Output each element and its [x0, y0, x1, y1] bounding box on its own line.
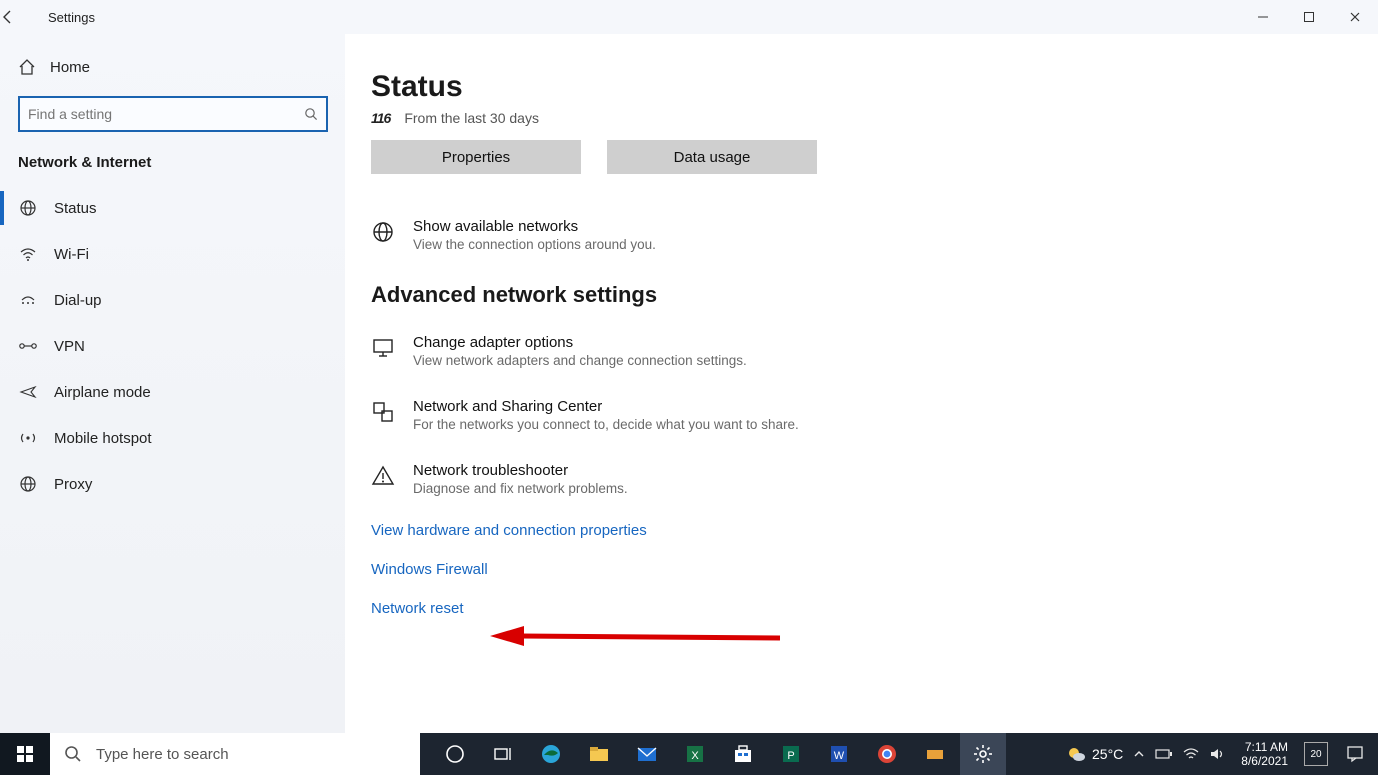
minimize-button[interactable]	[1240, 0, 1286, 34]
settings-search[interactable]	[18, 96, 328, 132]
wifi-icon	[18, 245, 38, 263]
properties-button[interactable]: Properties	[371, 140, 581, 174]
weather-icon	[1066, 744, 1086, 764]
sidebar-item-label: VPN	[54, 338, 85, 355]
option-title: Change adapter options	[413, 334, 747, 351]
start-button[interactable]	[0, 733, 50, 775]
volume-icon[interactable]	[1209, 747, 1225, 761]
home-label: Home	[50, 59, 90, 76]
option-desc: View the connection options around you.	[413, 237, 656, 252]
firewall-link[interactable]: Windows Firewall	[371, 561, 1338, 578]
svg-text:W: W	[834, 750, 845, 762]
network-glyph-icon: 116	[371, 110, 390, 126]
sidebar-item-dialup[interactable]: Dial-up	[0, 277, 345, 323]
svg-text:X: X	[691, 750, 699, 762]
sidebar-item-airplane[interactable]: Airplane mode	[0, 369, 345, 415]
task-view-button[interactable]	[480, 733, 526, 775]
sidebar-item-proxy[interactable]: Proxy	[0, 461, 345, 507]
window-title: Settings	[48, 10, 95, 25]
search-icon	[304, 107, 318, 121]
airplane-icon	[18, 383, 38, 401]
sidebar-item-label: Mobile hotspot	[54, 430, 152, 447]
adapter-options[interactable]: Change adapter options View network adap…	[371, 334, 1338, 368]
taskbar-search-placeholder: Type here to search	[96, 746, 229, 763]
search-icon	[64, 745, 82, 763]
action-center-icon[interactable]	[1338, 745, 1372, 763]
option-desc: View network adapters and change connect…	[413, 353, 747, 368]
tray-chevron-icon[interactable]	[1133, 748, 1145, 760]
maximize-button[interactable]	[1286, 0, 1332, 34]
option-title: Show available networks	[413, 218, 656, 235]
dialup-icon	[18, 291, 38, 309]
sidebar-item-vpn[interactable]: VPN	[0, 323, 345, 369]
hardware-link[interactable]: View hardware and connection properties	[371, 522, 1338, 539]
show-networks-option[interactable]: Show available networks View the connect…	[371, 218, 1338, 252]
notification-count[interactable]: 20	[1304, 742, 1328, 766]
option-desc: Diagnose and fix network problems.	[413, 481, 628, 496]
sidebar-item-label: Proxy	[54, 476, 92, 493]
status-subtitle-text: From the last 30 days	[404, 110, 539, 126]
page-title: Status	[371, 70, 1338, 104]
vpn-icon	[18, 337, 38, 355]
troubleshooter[interactable]: Network troubleshooter Diagnose and fix …	[371, 462, 1338, 496]
taskbar: Type here to search X P W 25°C	[0, 733, 1378, 775]
main-content: Status 116 From the last 30 days Propert…	[345, 34, 1378, 733]
wifi-tray-icon[interactable]	[1183, 747, 1199, 761]
store-icon[interactable]	[720, 733, 766, 775]
taskbar-date: 8/6/2021	[1241, 754, 1288, 768]
settings-taskbar-icon[interactable]	[960, 733, 1006, 775]
sharing-center[interactable]: Network and Sharing Center For the netwo…	[371, 398, 1338, 432]
data-usage-button[interactable]: Data usage	[607, 140, 817, 174]
sidebar-item-wifi[interactable]: Wi-Fi	[0, 231, 345, 277]
weather-widget[interactable]: 25°C	[1066, 744, 1123, 764]
option-title: Network and Sharing Center	[413, 398, 799, 415]
taskbar-time: 7:11 AM	[1241, 740, 1288, 754]
file-explorer-icon[interactable]	[576, 733, 622, 775]
cortana-button[interactable]	[432, 733, 478, 775]
app-icon[interactable]	[912, 733, 958, 775]
hotspot-icon	[18, 429, 38, 447]
option-title: Network troubleshooter	[413, 462, 628, 479]
sidebar: Home Network & Internet Status	[0, 34, 345, 733]
close-button[interactable]	[1332, 0, 1378, 34]
sidebar-item-label: Wi-Fi	[54, 246, 89, 263]
taskbar-clock[interactable]: 7:11 AM 8/6/2021	[1235, 740, 1294, 768]
mail-icon[interactable]	[624, 733, 670, 775]
word-icon[interactable]: W	[816, 733, 862, 775]
globe-icon	[371, 218, 397, 252]
excel-icon[interactable]: X	[672, 733, 718, 775]
edge-icon[interactable]	[528, 733, 574, 775]
home-icon	[18, 58, 36, 76]
chrome-icon[interactable]	[864, 733, 910, 775]
advanced-heading: Advanced network settings	[371, 282, 1338, 308]
network-reset-link[interactable]: Network reset	[371, 600, 1338, 617]
monitor-icon	[371, 334, 397, 368]
svg-text:P: P	[787, 750, 794, 762]
status-subtitle: 116 From the last 30 days	[371, 110, 1338, 126]
home-link[interactable]: Home	[0, 48, 345, 86]
settings-search-input[interactable]	[28, 106, 304, 122]
sidebar-item-status[interactable]: Status	[0, 185, 345, 231]
back-button[interactable]	[0, 9, 48, 25]
sidebar-item-label: Status	[54, 200, 97, 217]
sharing-icon	[371, 398, 397, 432]
sidebar-item-label: Airplane mode	[54, 384, 151, 401]
temperature-text: 25°C	[1092, 746, 1123, 762]
sidebar-item-label: Dial-up	[54, 292, 102, 309]
status-icon	[18, 199, 38, 217]
sidebar-category: Network & Internet	[0, 146, 345, 185]
titlebar: Settings	[0, 0, 1378, 34]
warning-icon	[371, 462, 397, 496]
publisher-icon[interactable]: P	[768, 733, 814, 775]
battery-icon[interactable]	[1155, 748, 1173, 760]
option-desc: For the networks you connect to, decide …	[413, 417, 799, 432]
taskbar-search[interactable]: Type here to search	[50, 733, 420, 775]
proxy-icon	[18, 475, 38, 493]
sidebar-item-hotspot[interactable]: Mobile hotspot	[0, 415, 345, 461]
